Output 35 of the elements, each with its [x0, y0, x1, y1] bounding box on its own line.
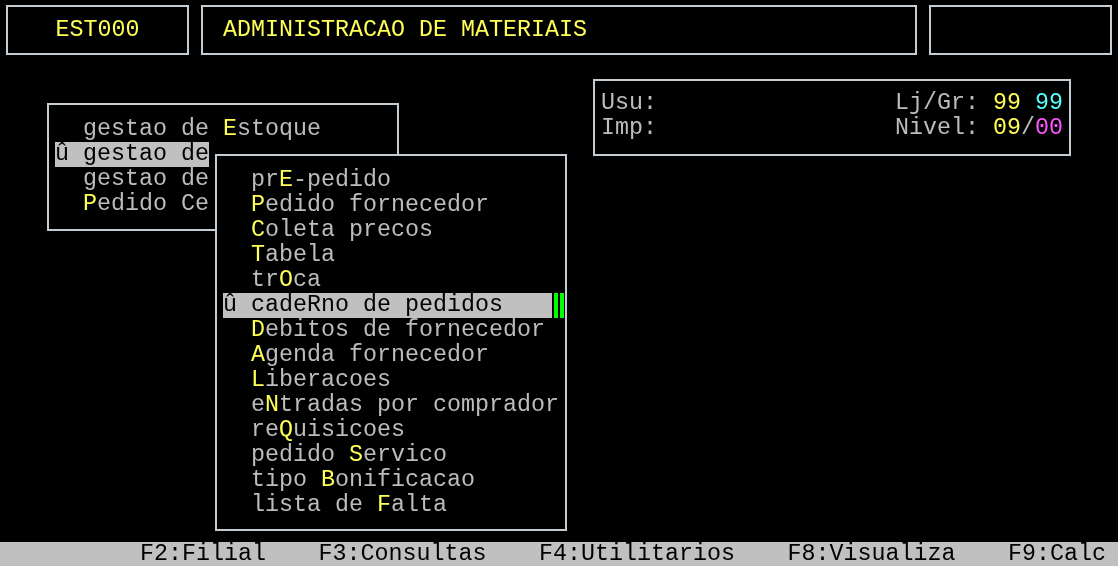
- menu-item[interactable]: tipo Bonificacao: [223, 468, 560, 493]
- function-key-hint[interactable]: F2:Filial: [140, 541, 266, 566]
- menu-item[interactable]: Pedido fornecedor: [223, 193, 560, 218]
- menu-item[interactable]: Tabela: [223, 243, 560, 268]
- separator-text: /: [1021, 116, 1035, 141]
- menu-item[interactable]: gestao de: [55, 167, 209, 192]
- menu-item[interactable]: gestao de Estoque: [55, 117, 321, 142]
- field-label: Lj/Gr:: [895, 91, 980, 116]
- field-value: 00: [1035, 116, 1063, 141]
- function-key-hint[interactable]: F3:Consultas: [318, 541, 487, 566]
- menu-item[interactable]: û cadeRno de pedidos: [223, 293, 553, 318]
- menu-item[interactable]: Liberacoes: [223, 368, 560, 393]
- menu-item[interactable]: û gestao de: [55, 142, 209, 167]
- field-label: Nivel:: [895, 116, 980, 141]
- menu-item[interactable]: lista de Falta: [223, 493, 560, 518]
- menu-item[interactable]: Coleta precos: [223, 218, 560, 243]
- function-key-hint[interactable]: F4:Utilitarios: [539, 541, 735, 566]
- menu-item[interactable]: pedido Servico: [223, 443, 560, 468]
- field-label: Usu:: [601, 91, 657, 116]
- function-key-hint[interactable]: F8:Visualiza: [787, 541, 956, 566]
- menu-item[interactable]: Pedido Ce: [55, 192, 209, 217]
- cursor-icon: [552, 293, 565, 318]
- menu-item[interactable]: eNtradas por comprador: [223, 393, 560, 418]
- field-value: 99: [993, 91, 1021, 116]
- menu-item[interactable]: Debitos de fornecedor: [223, 318, 560, 343]
- field-label: Imp:: [601, 116, 657, 141]
- field-value: 09: [993, 116, 1021, 141]
- menu-item[interactable]: Agenda fornecedor: [223, 343, 560, 368]
- field-value: 99: [1035, 91, 1063, 116]
- screen-title: ADMINISTRACAO DE MATERIAIS: [223, 17, 587, 43]
- menu-item[interactable]: prE-pedido: [223, 168, 560, 193]
- menu-item[interactable]: trOca: [223, 268, 560, 293]
- menu-item[interactable]: reQuisicoes: [223, 418, 560, 443]
- function-key-hint[interactable]: F9:Calc: [1008, 541, 1106, 566]
- program-code: EST000: [55, 17, 140, 43]
